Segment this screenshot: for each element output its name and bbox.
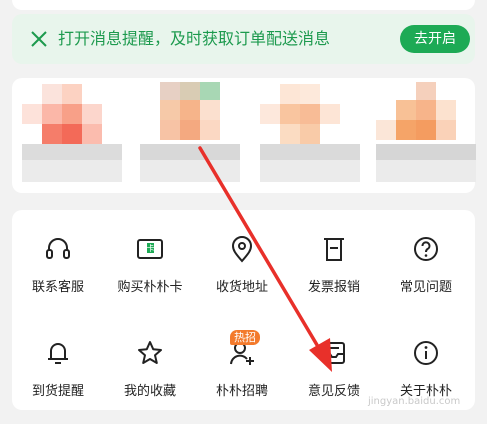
notification-text: 打开消息提醒，及时获取订单配送消息 bbox=[58, 29, 331, 48]
service-label: 发票报销 bbox=[307, 280, 360, 295]
service-invoice[interactable]: 发票报销 bbox=[288, 218, 380, 298]
service-label: 朴朴招聘 bbox=[215, 384, 268, 399]
feedback-icon bbox=[323, 342, 345, 364]
headset-icon bbox=[46, 238, 70, 259]
service-favorites[interactable]: 我的收藏 bbox=[104, 322, 196, 402]
service-arrival-reminder[interactable]: 到货提醒 bbox=[12, 322, 104, 402]
top-card bbox=[12, 0, 475, 10]
star-icon bbox=[138, 341, 162, 364]
service-feedback[interactable]: 意见反馈 bbox=[288, 322, 380, 402]
product-thumbnail[interactable] bbox=[376, 82, 476, 190]
question-icon bbox=[414, 237, 438, 261]
service-label: 到货提醒 bbox=[31, 384, 84, 399]
service-label: 收货地址 bbox=[215, 280, 268, 295]
recommended-products bbox=[12, 78, 476, 193]
hot-badge: 热招 bbox=[230, 330, 260, 345]
info-icon bbox=[414, 341, 438, 365]
notification-banner: 打开消息提醒，及时获取订单配送消息 去开启 bbox=[12, 14, 475, 64]
service-buy-card[interactable]: 卡 购买朴朴卡 bbox=[104, 218, 196, 298]
close-icon[interactable] bbox=[28, 28, 50, 50]
service-label: 购买朴朴卡 bbox=[117, 280, 183, 295]
services-grid: 联系客服 卡 购买朴朴卡 收货地址 发票报销 常见问题 到货提醒 我的收藏 热招… bbox=[12, 210, 475, 410]
service-faq[interactable]: 常见问题 bbox=[380, 218, 472, 298]
service-about[interactable]: 关于朴朴 bbox=[380, 322, 472, 402]
gift-card-icon: 卡 bbox=[137, 239, 163, 259]
service-recruitment[interactable]: 热招 朴朴招聘 bbox=[196, 322, 288, 402]
svg-text:卡: 卡 bbox=[147, 243, 155, 253]
service-delivery-address[interactable]: 收货地址 bbox=[196, 218, 288, 298]
service-label: 常见问题 bbox=[399, 280, 452, 295]
location-pin-icon bbox=[231, 236, 253, 263]
watermark: jingyan.baidu.com bbox=[368, 396, 461, 407]
product-thumbnail[interactable] bbox=[22, 82, 122, 190]
service-label: 联系客服 bbox=[31, 280, 84, 295]
product-thumbnail[interactable] bbox=[140, 82, 240, 190]
invoice-icon bbox=[324, 238, 344, 261]
service-customer-support[interactable]: 联系客服 bbox=[12, 218, 104, 298]
product-thumbnail[interactable] bbox=[260, 82, 360, 190]
enable-notification-button[interactable]: 去开启 bbox=[400, 25, 470, 53]
bell-icon bbox=[48, 343, 68, 364]
service-label: 我的收藏 bbox=[123, 384, 176, 399]
service-label: 意见反馈 bbox=[307, 384, 360, 399]
